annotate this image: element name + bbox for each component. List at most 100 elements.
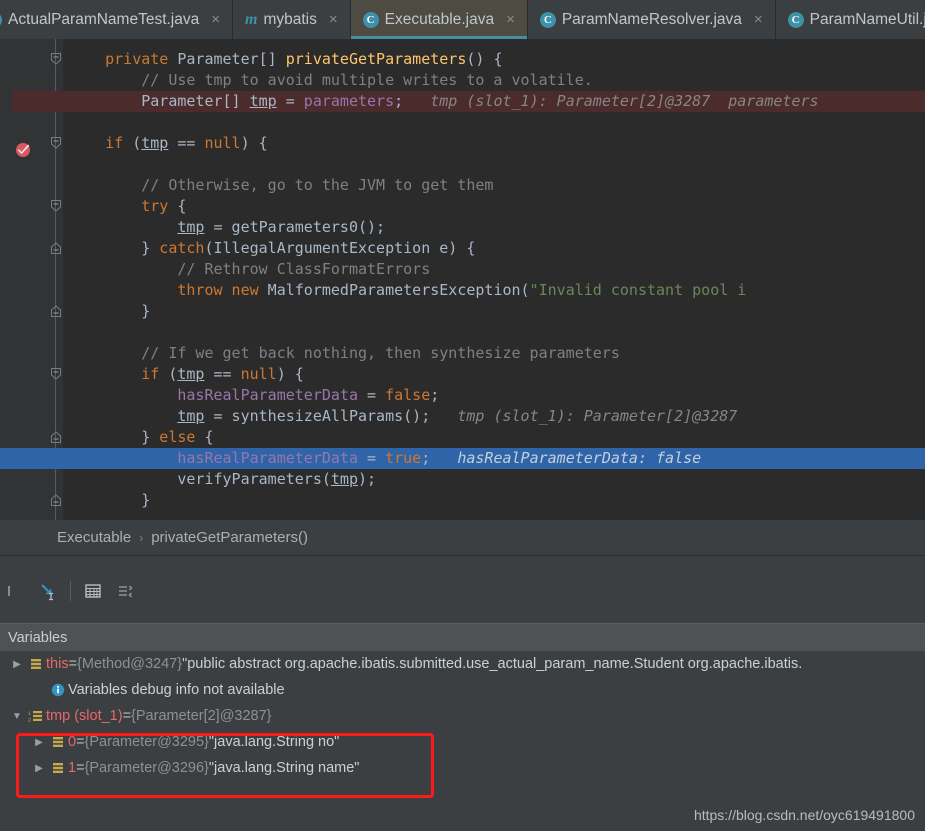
info-icon bbox=[48, 683, 68, 697]
variables-tree[interactable]: ▶ this = {Method@3247} "public abstract o… bbox=[0, 651, 925, 831]
chevron-right-icon[interactable]: ▶ bbox=[30, 737, 48, 748]
class-icon: C bbox=[362, 11, 383, 32]
fold-expand-icon[interactable] bbox=[49, 430, 63, 444]
line-gutter-highlight bbox=[12, 91, 63, 112]
fold-collapse-icon[interactable] bbox=[49, 199, 63, 213]
close-icon[interactable]: × bbox=[209, 12, 222, 27]
code-token: { bbox=[168, 197, 187, 215]
code-line[interactable]: if (tmp == null) { bbox=[63, 133, 925, 154]
code-token: tmp bbox=[177, 407, 205, 425]
code-token: getParameters0 bbox=[231, 218, 358, 236]
code-line[interactable]: private Parameter[] privateGetParameters… bbox=[63, 49, 925, 70]
code-line[interactable]: verifyParameters(tmp); bbox=[63, 469, 925, 490]
code-token: if bbox=[105, 134, 124, 152]
code-token: [] bbox=[258, 50, 286, 68]
fold-collapse-icon[interactable] bbox=[49, 136, 63, 150]
evaluate-table-icon[interactable] bbox=[77, 575, 109, 607]
code-line[interactable]: // Use tmp to avoid multiple writes to a… bbox=[63, 70, 925, 91]
editor-tab-1[interactable]: m mybatis × bbox=[233, 0, 351, 39]
code-token: IllegalArgumentException bbox=[213, 239, 431, 257]
array-icon: 12 bbox=[26, 709, 46, 723]
variable-reference: {Parameter@3296} bbox=[84, 760, 209, 776]
variables-label: Variables bbox=[8, 629, 68, 646]
code-content[interactable]: private Parameter[] privateGetParameters… bbox=[63, 39, 925, 520]
code-line[interactable] bbox=[63, 112, 925, 133]
code-line[interactable]: hasRealParameterData = true; hasRealPara… bbox=[63, 448, 925, 469]
editor-tab-4[interactable]: C ParamNameUtil.jav bbox=[775, 0, 925, 39]
code-line[interactable]: tmp = getParameters0(); bbox=[63, 217, 925, 238]
code-line[interactable]: // If we get back nothing, then synthesi… bbox=[63, 343, 925, 364]
breadcrumb-method[interactable]: privateGetParameters() bbox=[151, 529, 308, 546]
variable-row[interactable]: ▶ this = {Method@3247} "public abstract o… bbox=[0, 651, 925, 677]
chevron-down-icon[interactable]: ▼ bbox=[8, 711, 26, 722]
variable-row[interactable]: Variables debug info not available bbox=[0, 677, 925, 703]
code-token: ); bbox=[357, 470, 377, 488]
fold-collapse-icon[interactable] bbox=[49, 52, 63, 66]
step-into-icon[interactable] bbox=[32, 575, 64, 607]
code-editor[interactable]: private Parameter[] privateGetParameters… bbox=[0, 39, 925, 520]
code-line[interactable] bbox=[63, 154, 925, 175]
code-token: synthesizeAllParams bbox=[231, 407, 404, 425]
code-token: // Use tmp to avoid multiple writes to a… bbox=[141, 71, 593, 89]
code-token: hasRealParameterData bbox=[177, 386, 358, 404]
code-token: catch bbox=[159, 239, 205, 257]
breadcrumb[interactable]: Executable › privateGetParameters() bbox=[0, 520, 925, 556]
code-line[interactable]: // Rethrow ClassFormatErrors bbox=[63, 259, 925, 280]
code-line[interactable]: throw new MalformedParametersException("… bbox=[63, 280, 925, 301]
code-token: parameters bbox=[303, 92, 395, 110]
code-token: ) { bbox=[240, 134, 268, 152]
code-line[interactable]: } else { bbox=[63, 427, 925, 448]
code-line[interactable]: try { bbox=[63, 196, 925, 217]
code-token: false bbox=[385, 386, 431, 404]
breakpoint-icon[interactable] bbox=[14, 140, 32, 158]
code-line[interactable]: if (tmp == null) { bbox=[63, 364, 925, 385]
code-line[interactable]: // Otherwise, go to the JVM to get them bbox=[63, 175, 925, 196]
code-token: = bbox=[357, 386, 386, 404]
code-token: if bbox=[141, 365, 160, 383]
chevron-right-icon[interactable]: ▶ bbox=[8, 659, 26, 670]
variable-row[interactable]: ▶ 0 = {Parameter@3295} "java.lang.String … bbox=[0, 729, 925, 755]
code-token: { bbox=[195, 428, 214, 446]
line-gutter-highlight bbox=[0, 448, 63, 469]
code-token: throw bbox=[177, 281, 223, 299]
breadcrumb-class[interactable]: Executable bbox=[57, 529, 131, 546]
step-over-partial-icon[interactable] bbox=[0, 575, 32, 607]
code-token: } bbox=[141, 239, 160, 257]
code-token: e) { bbox=[430, 239, 476, 257]
variable-row[interactable]: ▼ 1 2 tmp (slot_1) = {Parameter[2]@3287} bbox=[0, 703, 925, 729]
code-token: // Rethrow ClassFormatErrors bbox=[177, 260, 431, 278]
variable-row[interactable]: ▶ 1 = {Parameter@3296} "java.lang.String … bbox=[0, 755, 925, 781]
layout-settings-icon[interactable] bbox=[109, 575, 141, 607]
editor-tab-0[interactable]: C ActualParamNameTest.java × bbox=[0, 0, 234, 39]
chevron-right-icon[interactable]: ▶ bbox=[30, 763, 48, 774]
code-line[interactable] bbox=[63, 322, 925, 343]
editor-tab-label: Executable.java bbox=[384, 10, 495, 28]
variable-reference: {Parameter[2]@3287} bbox=[131, 708, 272, 724]
close-icon[interactable]: × bbox=[327, 12, 340, 27]
code-token: tmp bbox=[249, 92, 277, 110]
editor-tab-2[interactable]: C Executable.java × bbox=[350, 0, 528, 39]
editor-tab-3[interactable]: C ParamNameResolver.java × bbox=[527, 0, 776, 39]
field-icon bbox=[48, 761, 68, 775]
fold-expand-icon[interactable] bbox=[49, 241, 63, 255]
close-icon[interactable]: × bbox=[504, 12, 517, 27]
variable-info-text: Variables debug info not available bbox=[68, 682, 285, 698]
code-token: // Otherwise, go to the JVM to get them bbox=[141, 176, 494, 194]
code-line[interactable]: tmp = synthesizeAllParams(); tmp (slot_1… bbox=[63, 406, 925, 427]
variable-equals: = bbox=[76, 734, 85, 750]
code-token: () { bbox=[466, 50, 503, 68]
code-line[interactable]: hasRealParameterData = false; bbox=[63, 385, 925, 406]
fold-collapse-icon[interactable] bbox=[49, 367, 63, 381]
code-line[interactable]: } bbox=[63, 490, 925, 511]
variable-name: 0 bbox=[68, 734, 77, 750]
code-line[interactable]: } bbox=[63, 301, 925, 322]
close-icon[interactable]: × bbox=[752, 12, 765, 27]
fold-expand-icon[interactable] bbox=[49, 493, 63, 507]
code-token: private bbox=[105, 50, 178, 68]
debugger-toolbar bbox=[0, 556, 925, 608]
code-line[interactable]: Parameter[] tmp = parameters; tmp (slot_… bbox=[63, 91, 925, 112]
fold-expand-icon[interactable] bbox=[49, 304, 63, 318]
code-line[interactable]: } catch(IllegalArgumentException e) { bbox=[63, 238, 925, 259]
code-token: } bbox=[141, 428, 160, 446]
